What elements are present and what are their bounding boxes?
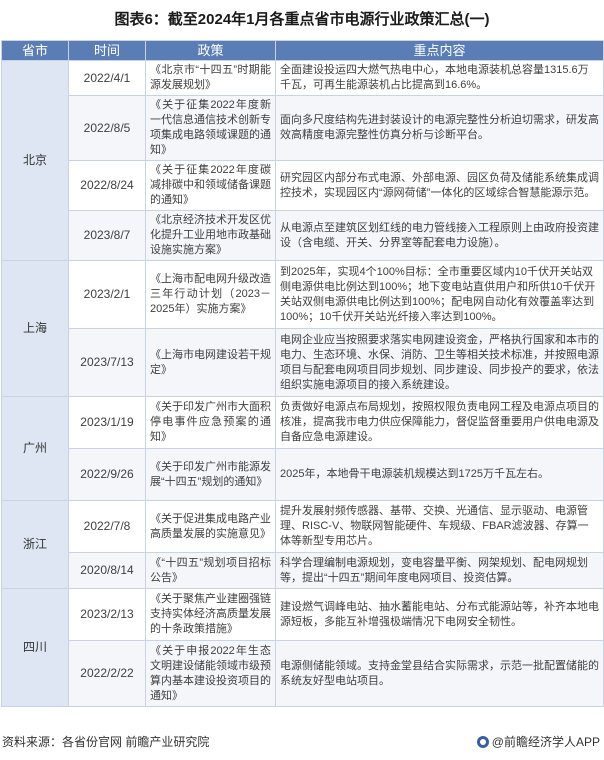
date-cell: 2023/8/7 [68, 210, 146, 261]
content-cell: 电网企业应当按照要求落实电网建设资金，严格执行国家和本市的电力、生态环境、水保、… [275, 328, 604, 397]
policy-cell: 《北京经济技术开发区优化提升工业用地市政基础设施实施方案》 [145, 210, 276, 261]
table-row: 2022/8/24 《关于征集2022年度碳减排碳中和领域储备课题的通知》 研究… [2, 160, 604, 211]
policy-table: 省市 时间 政策 重点内容 北京 2022/4/1 《北京市“十四五”时期能源发… [1, 40, 604, 707]
province-cell: 四川 [1, 588, 69, 707]
table-header-row: 省市 时间 政策 重点内容 [1, 40, 604, 61]
date-cell: 2023/7/13 [68, 328, 146, 397]
table-row: 2023/7/13 《上海市电网建设若干规定》 电网企业应当按照要求落实电网建设… [2, 328, 604, 397]
table-row: 2020/8/14 《“十四五”规划项目招标公告》 科学合理编制电源规划，变电容… [2, 552, 604, 589]
date-cell: 2023/2/13 [68, 588, 146, 641]
table-row: 2022/8/5 《关于征集2022年度新一代信息通信技术创新专项集成电路领域课… [2, 95, 604, 161]
content-cell: 研究园区内部分布式电源、外部电源、园区负荷及储能系统集成调控技术，实现园区内“源… [275, 160, 604, 211]
header-policy: 政策 [145, 40, 276, 61]
policy-cell: 《关于印发广州市能源发展“十四五”规划的通知》 [145, 448, 276, 501]
policy-cell: 《关于申报2022年生态文明建设储能领域市级预算内基本建设投资项目的通知》 [145, 640, 276, 707]
date-cell: 2022/7/8 [68, 500, 146, 553]
date-cell: 2022/2/22 [68, 640, 146, 707]
table-row: 2023/8/7 《北京经济技术开发区优化提升工业用地市政基础设施实施方案》 从… [2, 210, 604, 261]
table-row: 2022/9/26 《关于印发广州市能源发展“十四五”规划的通知》 2025年，… [2, 448, 604, 501]
date-cell: 2022/8/5 [68, 95, 146, 161]
policy-cell: 《关于促进集成电路产业高质量发展的实施意见》 [145, 500, 276, 553]
policy-cell: 《关于征集2022年度新一代信息通信技术创新专项集成电路领域课题的通知》 [145, 95, 276, 161]
policy-cell: 《关于征集2022年度碳减排碳中和领域储备课题的通知》 [145, 160, 276, 211]
source-note: 资料来源：各省份官网 前瞻产业研究院 [2, 735, 210, 749]
policy-cell: 《关于聚焦产业建圈强链支持实体经济高质量发展的十条政策措施》 [145, 588, 276, 641]
province-cell: 上海 [1, 260, 69, 397]
province-cell: 浙江 [1, 500, 69, 589]
table-row: 四川 2023/2/13 《关于聚焦产业建圈强链支持实体经济高质量发展的十条政策… [1, 588, 604, 707]
table-row: 浙江 2022/7/8 《关于促进集成电路产业高质量发展的实施意见》 提升发展射… [1, 500, 604, 589]
content-cell: 2025年，本地骨干电源装机规模达到1725万千瓦左右。 [275, 448, 604, 501]
province-cell: 广州 [1, 396, 69, 501]
policy-cell: 《关于印发广州市大面积停电事件应急预案的通知》 [145, 396, 276, 449]
policy-cell: 《上海市配电网升级改造三年行动计划（2023－2025年）实施方案》 [145, 260, 276, 329]
policy-cell: 《北京市“十四五”时期能源发展规划》 [145, 60, 276, 96]
content-cell: 全面建设投运四大燃气热电中心，本地电源装机总容量1315.6万千瓦，可再生能源装… [275, 60, 604, 96]
page-title: 图表6：截至2024年1月各重点省市电源行业政策汇总(一) [114, 11, 490, 28]
date-cell: 2022/8/24 [68, 160, 146, 211]
content-cell: 面向多尺度结构先进封装设计的电源完整性分析迫切需求，研发高效高精度电源完整性仿真… [275, 95, 604, 161]
policy-cell: 《“十四五”规划项目招标公告》 [145, 552, 276, 589]
date-cell: 2020/8/14 [68, 552, 146, 589]
header-date: 时间 [68, 40, 146, 61]
content-cell: 科学合理编制电源规划，变电容量平衡、网架规划、配电网规划等，提出“十四五”期间年… [275, 552, 604, 589]
brand-label: @前瞻经济学人APP [491, 735, 600, 749]
table-row: 2022/2/22 《关于申报2022年生态文明建设储能领域市级预算内基本建设投… [2, 640, 604, 707]
policy-cell: 《上海市电网建设若干规定》 [145, 328, 276, 397]
province-cell: 北京 [1, 60, 69, 261]
content-cell: 到2025年，实现4个100%目标：全市重要区域内10千伏开关站双侧电源供电比例… [275, 260, 604, 329]
table-row: 北京 2022/4/1 《北京市“十四五”时期能源发展规划》 全面建设投运四大燃… [1, 60, 604, 261]
content-cell: 提升发展射频传感器、基带、交换、光通信、显示驱动、电源管理、RISC-V、物联网… [275, 500, 604, 553]
qianzhan-logo-icon [476, 735, 489, 748]
content-cell: 从电源点至建筑区划红线的电力管线接入工程原则上由政府投资建设（含电缆、开关、分界… [275, 210, 604, 261]
table-row: 广州 2023/1/19 《关于印发广州市大面积停电事件应急预案的通知》 负责做… [1, 396, 604, 501]
header-province: 省市 [1, 40, 69, 61]
date-cell: 2023/1/19 [68, 396, 146, 449]
content-cell: 负责做好电源点布局规划，按照权限负责电网工程及电源点项目的核准，提高我市电力供应… [275, 396, 604, 449]
brand-credit: @前瞻经济学人APP [476, 733, 600, 750]
header-content: 重点内容 [275, 40, 604, 61]
content-cell: 建设燃气调峰电站、抽水蓄能电站、分布式能源站等，补齐本地电源短板，多能互补增强极… [275, 588, 604, 641]
table-row: 上海 2023/2/1 《上海市配电网升级改造三年行动计划（2023－2025年… [1, 260, 604, 397]
date-cell: 2022/9/26 [68, 448, 146, 501]
date-cell: 2022/4/1 [68, 60, 146, 96]
date-cell: 2023/2/1 [68, 260, 146, 329]
content-cell: 电源侧储能领域。支持金堂县结合实际需求，示范一批配置储能的系统友好型电站项目。 [275, 640, 604, 707]
